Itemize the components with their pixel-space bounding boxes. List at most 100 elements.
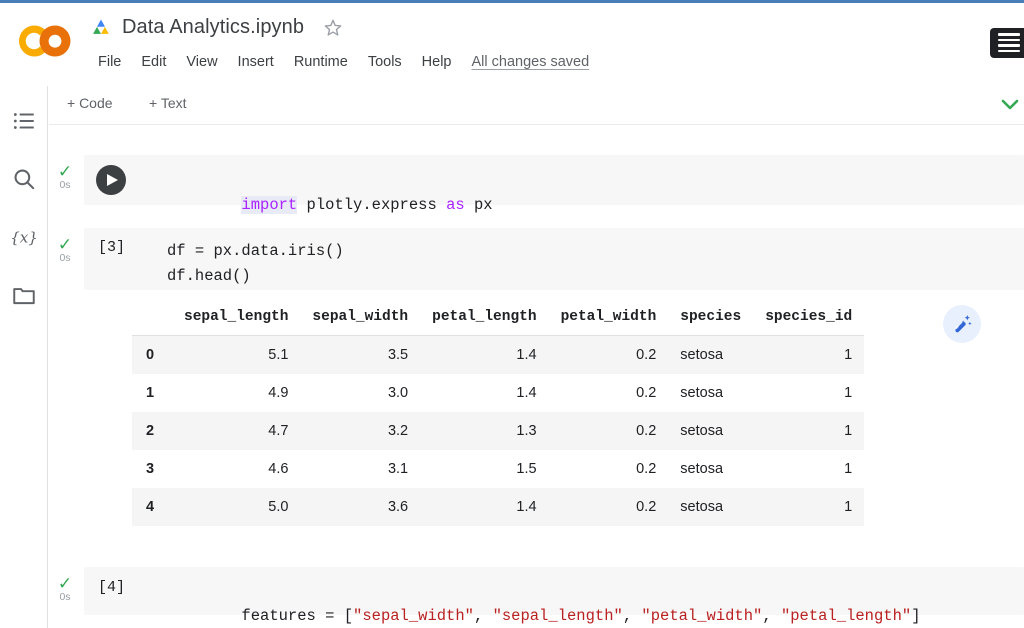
colab-logo-icon[interactable] — [16, 19, 74, 63]
token-string-petal-width: "petal_width" — [641, 607, 762, 625]
code-cell-3[interactable]: [4] features = ["sepal_width", "sepal_le… — [84, 567, 1024, 615]
col-header-species-id: species_id — [753, 303, 864, 336]
menu-item-view[interactable]: View — [176, 51, 227, 73]
cell-petal-length: 1.4 — [420, 374, 548, 412]
cell-2-prompt: [3] — [98, 239, 125, 256]
cell-3-prompt: [4] — [98, 579, 125, 596]
dataframe-table: sepal_length sepal_width petal_length pe… — [132, 303, 864, 526]
code-cell-2[interactable]: [3] df = px.data.iris() df.head() — [84, 228, 1024, 290]
table-row: 2 4.7 3.2 1.3 0.2 setosa 1 — [132, 412, 864, 450]
cell-3-source: features = ["sepal_width", "sepal_length… — [167, 579, 921, 628]
col-header-petal-width: petal_width — [549, 303, 669, 336]
cell-species: setosa — [668, 450, 753, 488]
dataframe-head: sepal_length sepal_width petal_length pe… — [132, 303, 864, 336]
cell-2-status: ✓ 0s — [49, 238, 81, 265]
check-icon: ✓ — [49, 165, 81, 178]
svg-text:{x}: {x} — [11, 228, 37, 246]
run-cell-button[interactable] — [96, 165, 126, 195]
notebook-body: ✓ 0s import plotly.express as px ✓ 0s [3… — [49, 125, 1024, 628]
left-icon-rail: {x} — [0, 86, 48, 628]
cell-species-id: 1 — [753, 336, 864, 375]
token-keyword-import: import — [241, 196, 297, 214]
token-comma-3: , — [762, 607, 781, 625]
cell-1-status: ✓ 0s — [49, 165, 81, 192]
menu-item-file[interactable]: File — [88, 51, 131, 73]
menu-bar: File Edit View Insert Runtime Tools Help… — [88, 51, 589, 73]
table-row: 4 5.0 3.6 1.4 0.2 setosa 1 — [132, 488, 864, 526]
cell-species-id: 1 — [753, 450, 864, 488]
drive-icon — [90, 18, 112, 38]
cell-petal-length: 1.4 — [420, 336, 548, 375]
search-icon[interactable] — [11, 166, 37, 192]
cell-species: setosa — [668, 412, 753, 450]
cell-species-id: 1 — [753, 488, 864, 526]
cell-3-status: ✓ 0s — [49, 577, 81, 604]
menu-item-edit[interactable]: Edit — [131, 51, 176, 73]
cell-2-elapsed: 0s — [49, 251, 81, 265]
comment-panel-icon[interactable] — [990, 28, 1024, 58]
col-header-sepal-width: sepal_width — [300, 303, 420, 336]
document-title-row: Data Analytics.ipynb — [90, 16, 344, 39]
save-status-label[interactable]: All changes saved — [472, 54, 590, 70]
cell-index: 3 — [132, 450, 172, 488]
table-row: 3 4.6 3.1 1.5 0.2 setosa 1 — [132, 450, 864, 488]
menu-item-insert[interactable]: Insert — [228, 51, 284, 73]
notebook-toolbar: + Code + Text — [49, 86, 1024, 125]
token-string-sepal-width: "sepal_width" — [353, 607, 474, 625]
cell-index: 0 — [132, 336, 172, 375]
cell-sepal-length: 4.7 — [172, 412, 300, 450]
cell-species-id: 1 — [753, 374, 864, 412]
folder-icon[interactable] — [11, 282, 37, 308]
token-string-sepal-length: "sepal_length" — [493, 607, 623, 625]
code-cell-1[interactable]: import plotly.express as px — [84, 155, 1024, 205]
cell-species: setosa — [668, 488, 753, 526]
cell-sepal-width: 3.0 — [300, 374, 420, 412]
cell-petal-width: 0.2 — [549, 450, 669, 488]
col-header-index — [132, 303, 172, 336]
cell-sepal-width: 3.2 — [300, 412, 420, 450]
menu-item-tools[interactable]: Tools — [358, 51, 412, 73]
cell-sepal-length: 5.1 — [172, 336, 300, 375]
cell-sepal-length: 4.6 — [172, 450, 300, 488]
document-title[interactable]: Data Analytics.ipynb — [122, 16, 304, 39]
menu-item-help[interactable]: Help — [412, 51, 462, 73]
token-keyword-as: as — [446, 196, 465, 214]
dataframe-body: 0 5.1 3.5 1.4 0.2 setosa 1 1 4.9 3.0 1.4… — [132, 336, 864, 527]
cell-3-elapsed: 0s — [49, 590, 81, 604]
cell-sepal-width: 3.5 — [300, 336, 420, 375]
cell-species-id: 1 — [753, 412, 864, 450]
cell-sepal-length: 4.9 — [172, 374, 300, 412]
check-icon: ✓ — [49, 238, 81, 251]
token-bracket-close: ] — [911, 607, 920, 625]
cell-petal-length: 1.5 — [420, 450, 548, 488]
check-icon: ✓ — [49, 577, 81, 590]
menu-item-runtime[interactable]: Runtime — [284, 51, 358, 73]
cell-petal-length: 1.3 — [420, 412, 548, 450]
cell-index: 4 — [132, 488, 172, 526]
cell-sepal-width: 3.6 — [300, 488, 420, 526]
table-of-contents-icon[interactable] — [11, 108, 37, 134]
cell-petal-length: 1.4 — [420, 488, 548, 526]
magic-wand-icon[interactable] — [943, 305, 981, 343]
cell-sepal-length: 5.0 — [172, 488, 300, 526]
add-text-cell-button[interactable]: + Text — [149, 95, 187, 111]
cell-index: 1 — [132, 374, 172, 412]
chevron-down-icon[interactable] — [1000, 97, 1020, 113]
token-plain-features: features = [ — [241, 607, 353, 625]
star-outline-icon[interactable] — [322, 17, 344, 39]
cell-species: setosa — [668, 374, 753, 412]
cell-2-line-2: df.head() — [167, 264, 251, 289]
cell-petal-width: 0.2 — [549, 488, 669, 526]
cell-petal-width: 0.2 — [549, 412, 669, 450]
cell-petal-width: 0.2 — [549, 374, 669, 412]
dataframe-output: sepal_length sepal_width petal_length pe… — [132, 303, 864, 526]
table-row: 1 4.9 3.0 1.4 0.2 setosa 1 — [132, 374, 864, 412]
col-header-sepal-length: sepal_length — [172, 303, 300, 336]
add-code-cell-button[interactable]: + Code — [67, 95, 113, 111]
token-comma-1: , — [474, 607, 493, 625]
col-header-petal-length: petal_length — [420, 303, 548, 336]
token-string-petal-length: "petal_length" — [781, 607, 911, 625]
token-plain-2: px — [465, 196, 493, 214]
variables-icon[interactable]: {x} — [11, 224, 37, 250]
app-header: Data Analytics.ipynb File Edit View Inse… — [0, 3, 1024, 86]
